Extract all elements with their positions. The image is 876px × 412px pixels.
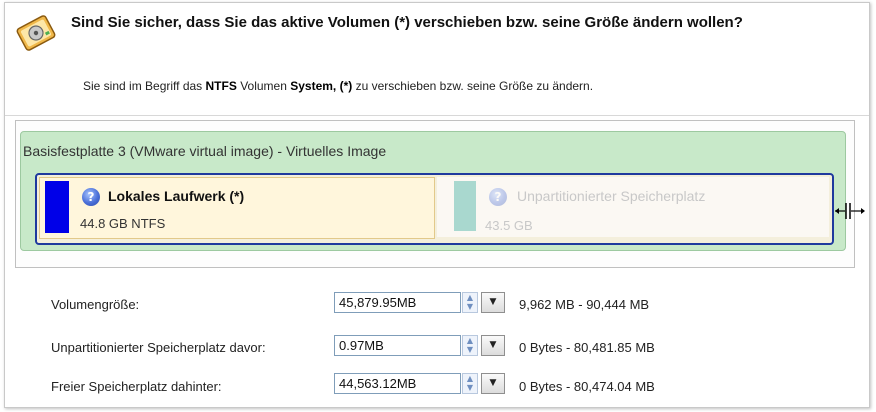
dialog-description: Sie sind im Begriff das NTFS Volumen Sys… (83, 79, 593, 93)
partition-unallocated-label: Unpartitionierter Speicherplatz (517, 188, 706, 204)
partition-unallocated-size: 43.5 GB (485, 218, 533, 233)
dialog-question: Sind Sie sicher, dass Sie das aktive Vol… (71, 14, 743, 31)
question-icon: ? (489, 188, 507, 206)
space-before-range: 0 Bytes - 80,481.85 MB (519, 340, 655, 355)
description-prefix: Sie sind im Begriff das (83, 79, 206, 93)
space-after-dropdown-arrow-icon[interactable]: ▼ (481, 373, 505, 394)
space-after-range: 0 Bytes - 80,474.04 MB (519, 379, 655, 394)
dialog-frame: Sind Sie sicher, dass Sie das aktive Vol… (4, 2, 870, 408)
filesystem-name: NTFS (205, 79, 237, 93)
space-after-input[interactable]: 44,563.12MB (334, 373, 461, 394)
header-divider (5, 115, 869, 116)
question-icon: ? (82, 188, 100, 206)
partition-unallocated-color-bar (454, 181, 476, 231)
volume-name: System, (*) (290, 79, 353, 93)
space-before-label: Unpartitionierter Speicherplatz davor: (51, 340, 266, 355)
space-before-dropdown-arrow-icon[interactable]: ▼ (481, 335, 505, 356)
description-suffix: zu verschieben bzw. seine Größe zu änder… (352, 79, 594, 93)
partition-local-size: 44.8 GB NTFS (80, 216, 166, 231)
description-mid: Volumen (236, 79, 291, 93)
partition-local-color-bar (45, 181, 69, 233)
space-before-input[interactable]: 0.97MB (334, 335, 461, 356)
space-after-label: Freier Speicherplatz dahinter: (51, 379, 222, 394)
space-before-spin-arrows-icon[interactable]: ▲ ▼ (462, 335, 478, 356)
disk-title: Basisfestplatte 3 (VMware virtual image)… (23, 143, 387, 159)
partition-local-label: Lokales Laufwerk (*) (108, 188, 245, 204)
volume-size-input[interactable]: 45,879.95MB (334, 292, 461, 313)
volume-size-range: 9,962 MB - 90,444 MB (519, 297, 650, 312)
space-after-spin-arrows-icon[interactable]: ▲ ▼ (462, 373, 478, 394)
resize-handle-icon[interactable] (834, 201, 868, 221)
hard-disk-warning-icon (16, 15, 56, 51)
volume-size-label: Volumengröße: (51, 297, 140, 312)
volume-size-spin-arrows-icon[interactable]: ▲ ▼ (462, 292, 478, 313)
volume-size-dropdown-arrow-icon[interactable]: ▼ (481, 292, 505, 313)
